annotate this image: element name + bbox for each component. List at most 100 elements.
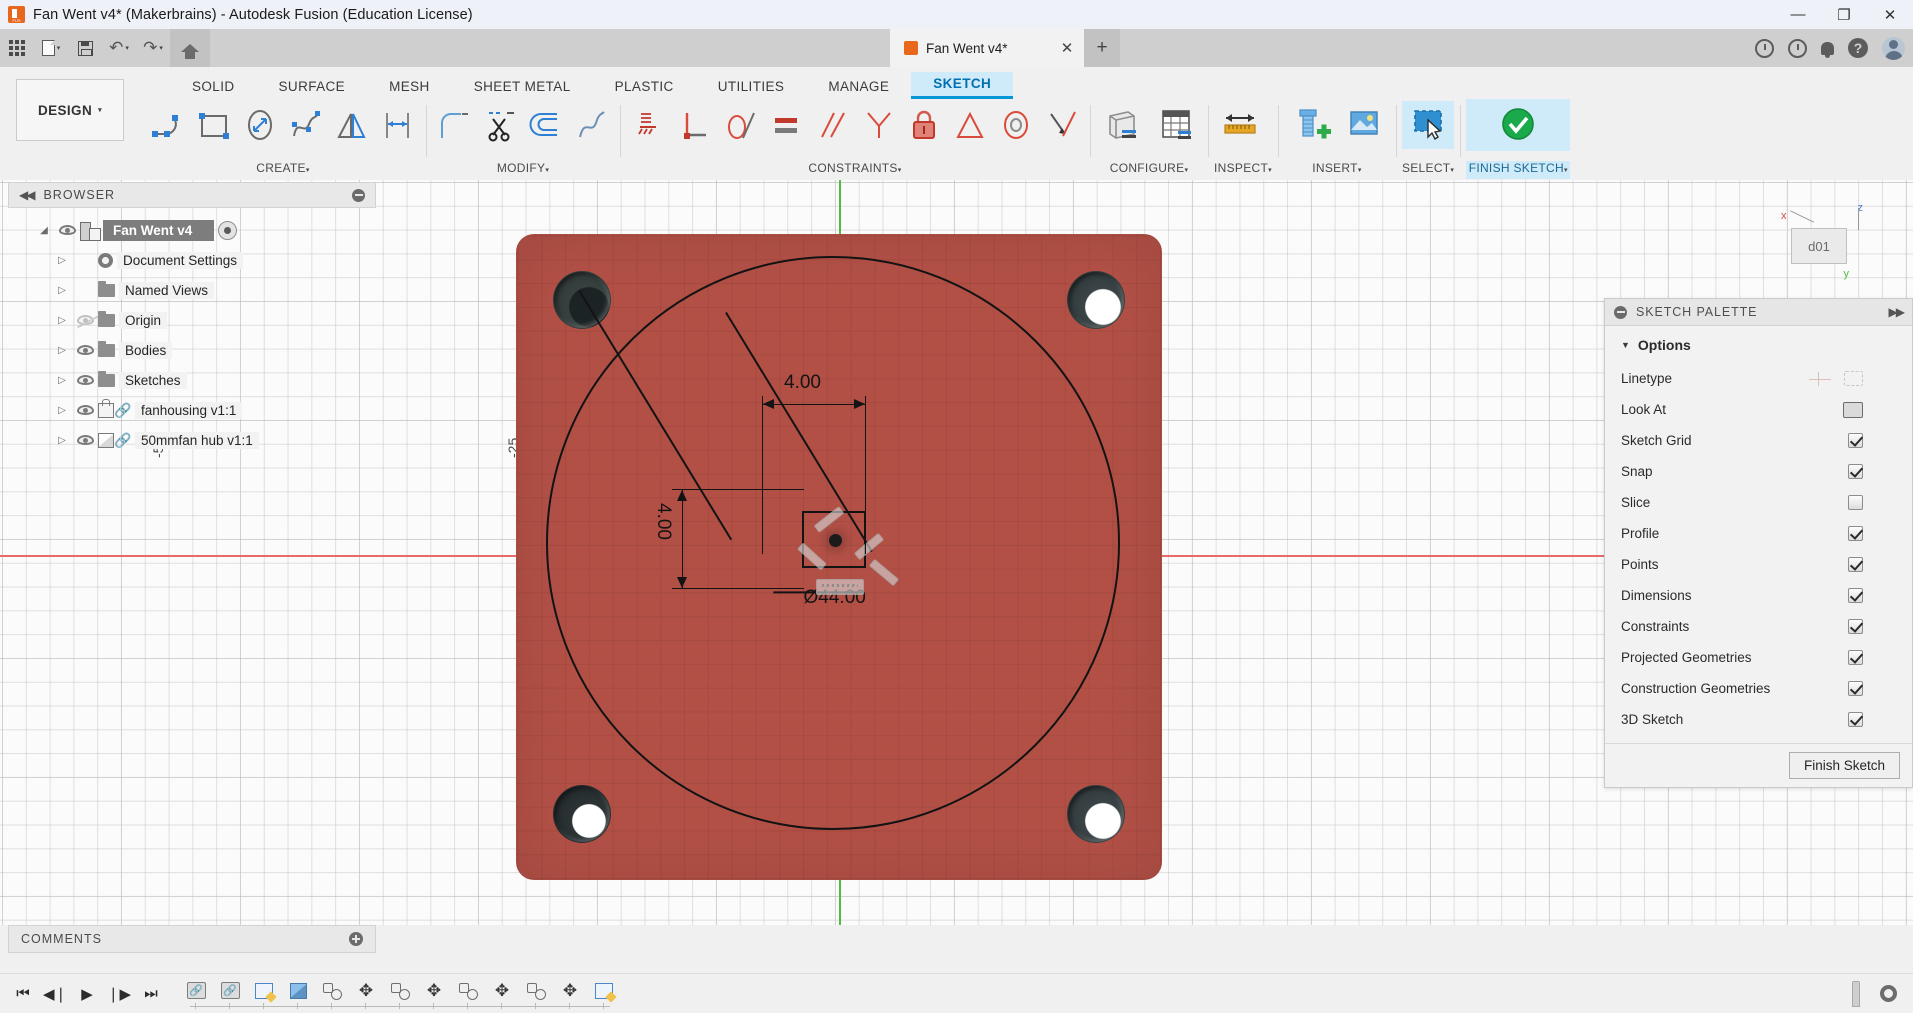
new-tab-button[interactable]: +	[1084, 29, 1120, 67]
dimensions-checkbox[interactable]	[1848, 588, 1863, 603]
timeline-marker[interactable]	[1852, 981, 1860, 1007]
avatar[interactable]	[1882, 37, 1905, 60]
mounting-hole-top-left[interactable]	[553, 271, 611, 329]
timeline-go-to-end[interactable]: ⏭	[136, 979, 166, 1009]
save-button[interactable]	[68, 29, 102, 67]
tree-item-sketches[interactable]: ▷ Sketches	[16, 365, 388, 395]
undo-button[interactable]: ↶ ▾	[102, 29, 136, 67]
fix-constraint-glyph[interactable]	[816, 579, 864, 595]
visibility-toggle-icon[interactable]	[72, 405, 98, 415]
timeline-feature-joint[interactable]	[454, 978, 482, 1003]
projected-geometries-checkbox[interactable]	[1848, 650, 1863, 665]
finish-sketch-button[interactable]: Finish Sketch	[1789, 752, 1900, 779]
notifications-icon[interactable]	[1821, 42, 1834, 55]
mounting-hole-top-right[interactable]	[1067, 271, 1125, 329]
spline-tool-icon[interactable]	[284, 101, 328, 149]
select-tool-icon[interactable]	[1402, 101, 1454, 149]
sketch-dimension-tool-icon[interactable]	[376, 101, 420, 149]
timeline-feature-joint-link[interactable]: 🔗	[182, 978, 210, 1003]
timeline-feature-move[interactable]: ✥	[488, 978, 516, 1003]
timeline-settings-gear-icon[interactable]	[1880, 985, 1897, 1002]
timeline-feature-sketch[interactable]	[590, 978, 618, 1003]
configure-design-icon[interactable]	[1096, 101, 1148, 149]
home-button[interactable]	[170, 29, 210, 67]
concentric-constraint-icon[interactable]	[994, 101, 1038, 149]
timeline-step-forward[interactable]: ❘▶	[104, 979, 134, 1009]
comments-panel-header[interactable]: COMMENTS	[8, 925, 376, 953]
expand-arrow-icon[interactable]: ▷	[52, 435, 72, 446]
panel-inspect-label[interactable]: INSPECT▾	[1214, 161, 1272, 179]
panel-create-label[interactable]: CREATE▾	[146, 161, 420, 179]
visibility-toggle-icon[interactable]	[72, 345, 98, 355]
timeline-step-back[interactable]: ◀❘	[40, 979, 70, 1009]
timeline-feature-move[interactable]: ✥	[352, 978, 380, 1003]
lock-constraint-icon[interactable]	[902, 101, 946, 149]
panel-select-label[interactable]: SELECT▾	[1402, 161, 1454, 179]
visibility-toggle-icon[interactable]	[72, 375, 98, 385]
new-document-button[interactable]: ▾	[34, 29, 68, 67]
circle-tool-icon[interactable]	[238, 101, 282, 149]
configure-table-icon[interactable]	[1150, 101, 1202, 149]
expand-arrow-icon[interactable]: ▷	[52, 405, 72, 416]
tab-plastic[interactable]: PLASTIC	[593, 75, 696, 99]
document-tab[interactable]: Fan Went v4*	[890, 29, 1050, 67]
tree-item-bodies[interactable]: ▷ Bodies	[16, 335, 388, 365]
browser-collapse-toggle-icon[interactable]	[352, 189, 365, 202]
maximize-button[interactable]: ❐	[1821, 0, 1867, 29]
collapse-browser-icon[interactable]: ◀◀	[19, 188, 33, 202]
redo-button[interactable]: ↷ ▾	[136, 29, 170, 67]
tab-manage[interactable]: MANAGE	[806, 75, 911, 99]
tab-sheet-metal[interactable]: SHEET METAL	[452, 75, 593, 99]
offset-tool-icon[interactable]	[524, 101, 568, 149]
slice-checkbox[interactable]	[1848, 495, 1863, 510]
timeline-play[interactable]: ▶	[72, 979, 102, 1009]
line-tool-icon[interactable]	[146, 101, 190, 149]
panel-configure-label[interactable]: CONFIGURE▾	[1096, 161, 1202, 179]
snap-checkbox[interactable]	[1848, 464, 1863, 479]
tab-mesh[interactable]: MESH	[367, 75, 452, 99]
recent-icon[interactable]	[1788, 39, 1807, 58]
timeline-feature-sketch[interactable]	[250, 978, 278, 1003]
linetype-centerline-icon[interactable]	[1809, 371, 1831, 387]
tab-utilities[interactable]: UTILITIES	[696, 75, 807, 99]
panel-modify-label[interactable]: MODIFY▾	[432, 161, 614, 179]
document-tab-close-icon[interactable]: ✕	[1050, 29, 1084, 67]
palette-collapse-icon[interactable]	[1614, 306, 1627, 319]
expand-arrow-icon[interactable]: ◢	[34, 225, 54, 236]
dimension-label-height[interactable]: 4.00	[652, 503, 674, 540]
fan-housing-body[interactable]: Ø44.00 4.00 4	[516, 234, 1162, 880]
visibility-toggle-icon[interactable]	[72, 435, 98, 445]
timeline-feature-move[interactable]: ✥	[556, 978, 584, 1003]
add-comment-icon[interactable]	[349, 932, 363, 946]
expand-arrow-icon[interactable]: ▷	[52, 375, 72, 386]
dimension-label-width[interactable]: 4.00	[784, 372, 821, 394]
construction-geometries-checkbox[interactable]	[1848, 681, 1863, 696]
profile-checkbox[interactable]	[1848, 526, 1863, 541]
help-icon[interactable]: ?	[1848, 38, 1868, 58]
linetype-construction-icon[interactable]	[1844, 371, 1863, 386]
finish-sketch-icon[interactable]	[1492, 101, 1544, 149]
tree-item-root[interactable]: ◢ Fan Went v4	[16, 215, 388, 245]
timeline-feature-move[interactable]: ✥	[420, 978, 448, 1003]
panel-constraints-label[interactable]: CONSTRAINTS▾	[626, 161, 1084, 179]
sketch-grid-checkbox[interactable]	[1848, 433, 1863, 448]
activate-component-radio[interactable]	[218, 221, 237, 240]
perpendicular-constraint-icon[interactable]	[672, 101, 716, 149]
job-status-icon[interactable]	[1755, 39, 1774, 58]
timeline-go-to-beginning[interactable]: ⏮	[8, 979, 38, 1009]
tree-item-origin[interactable]: ▷ Origin	[16, 305, 388, 335]
timeline-feature-joint[interactable]	[386, 978, 414, 1003]
close-button[interactable]: ✕	[1867, 0, 1913, 29]
timeline-feature-joint-link[interactable]: 🔗	[216, 978, 244, 1003]
constraints-checkbox[interactable]	[1848, 619, 1863, 634]
visibility-toggle-icon[interactable]	[54, 225, 80, 235]
tab-sketch[interactable]: SKETCH	[911, 72, 1013, 99]
timeline-feature-extrude[interactable]	[284, 978, 312, 1003]
panel-finish-sketch-label[interactable]: FINISH SKETCH▾	[1466, 161, 1570, 179]
viewcube-face[interactable]: d01	[1791, 228, 1847, 264]
tab-surface[interactable]: SURFACE	[257, 75, 368, 99]
collinear-constraint-icon[interactable]	[1040, 101, 1084, 149]
tree-item-50mmfan-hub[interactable]: ▷ 🔗 50mmfan hub v1:1	[16, 425, 388, 455]
symmetry-constraint-icon[interactable]	[856, 101, 900, 149]
trim-tool-icon[interactable]	[478, 101, 522, 149]
